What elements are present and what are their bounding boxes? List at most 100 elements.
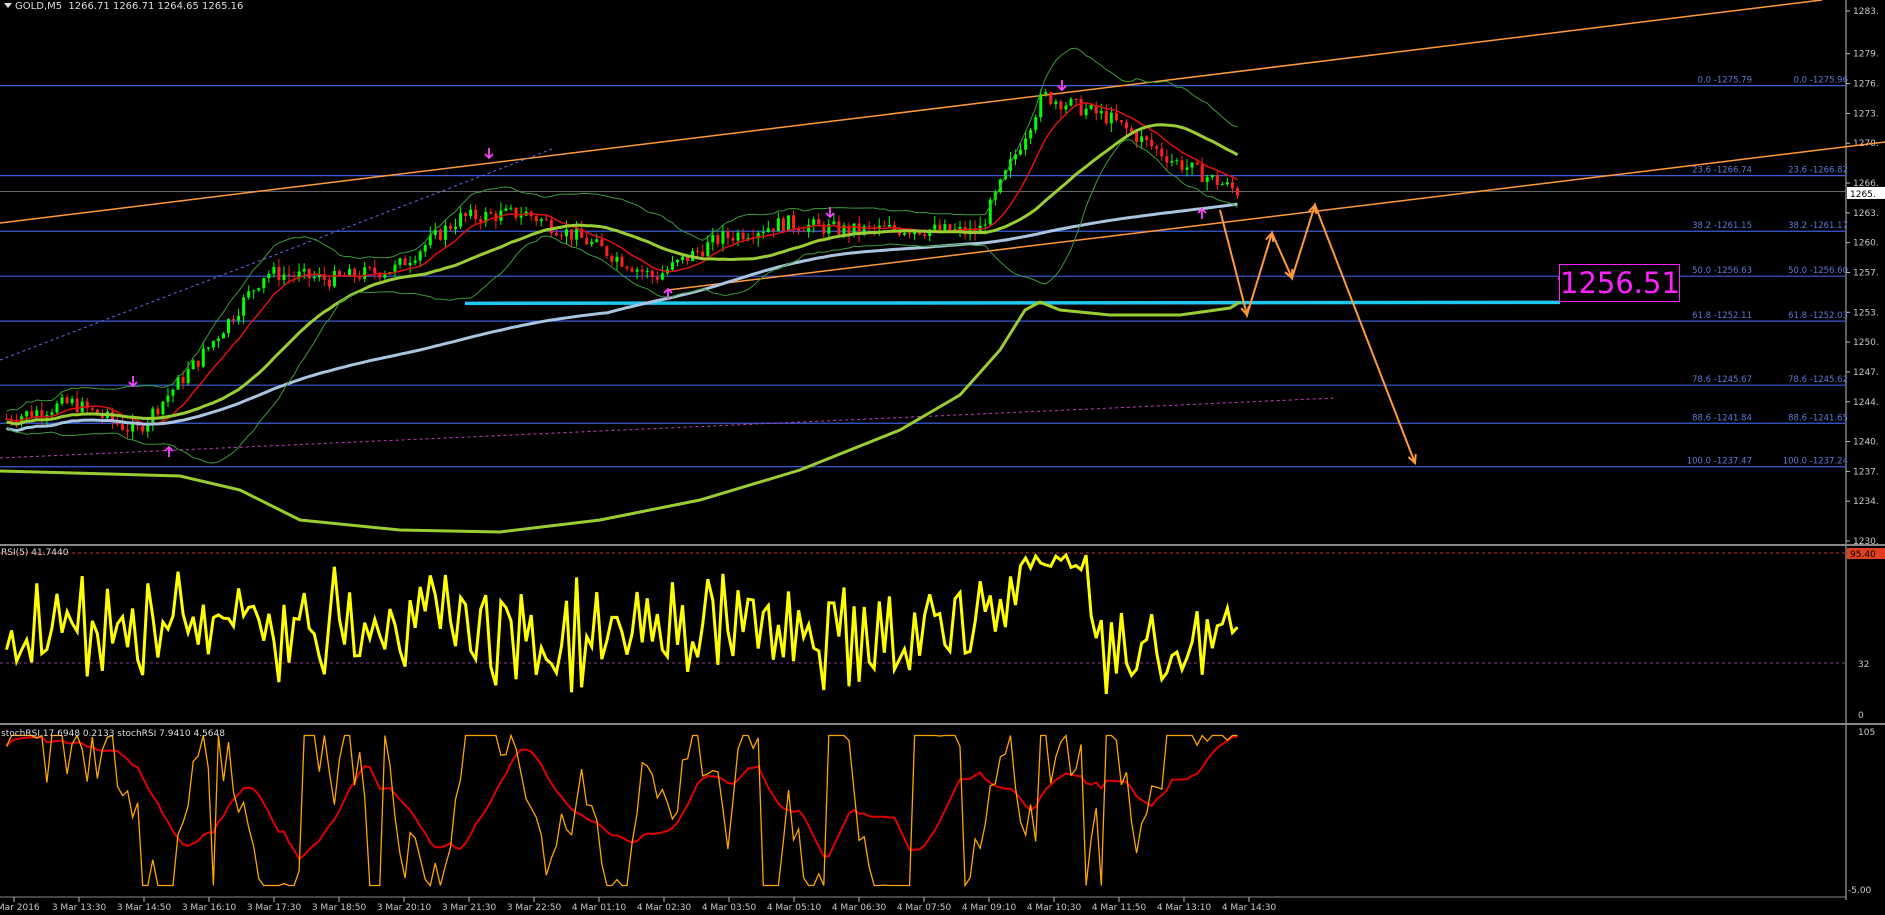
rsi-panel-label: RSI(5) 41.7440 [1, 548, 69, 558]
candle-body [459, 213, 463, 227]
time-tick-label: 4 Mar 10:30 [1027, 903, 1082, 913]
candle-body [539, 219, 543, 222]
time-tick-label: 3 Mar 2016 [0, 903, 40, 913]
trading-chart[interactable]: 1283.1279.1276.1273.1270.1266.1265.1263.… [0, 0, 1885, 915]
candle-body [25, 411, 29, 417]
candle-body [908, 233, 912, 235]
candle-body [1074, 98, 1078, 100]
fib-label-right: 78.6 -1245.62 [1788, 375, 1848, 385]
candle-body [1109, 112, 1113, 124]
fib-label-right: 61.8 -1252.03 [1788, 311, 1848, 321]
candle-body [398, 258, 402, 265]
fib-label-left: 23.6 -1266.74 [1692, 166, 1752, 176]
candle-body [186, 369, 190, 384]
candle-body [50, 412, 54, 415]
candle-body [706, 242, 710, 257]
candle-body [731, 237, 735, 241]
candle-body [408, 262, 412, 266]
candle-body [903, 233, 907, 235]
stoch-panel-label: stochRSI 17.6948 0.2133 stochRSI 7.9410 … [1, 729, 225, 739]
candle-body [887, 224, 891, 227]
fib-label-right: 100.0 -1237.24 [1783, 457, 1848, 467]
target-price-label: 1256.51 [1559, 264, 1680, 302]
candle-body [423, 245, 427, 252]
candle-body [1019, 149, 1023, 155]
fib-label-left: 38.2 -1261.15 [1692, 221, 1752, 231]
candle-body [1145, 136, 1149, 140]
current-price-text: 1265. [1850, 190, 1876, 200]
candle-body [156, 408, 160, 415]
candle-body [272, 266, 276, 274]
time-tick-label: 3 Mar 22:50 [507, 903, 562, 913]
candle-body [1210, 175, 1214, 178]
candle-body [675, 260, 679, 263]
candle-body [196, 360, 200, 367]
fib-label-right: 38.2 -1261.17 [1788, 221, 1848, 231]
candle-body [1124, 122, 1128, 129]
candle-body [307, 268, 311, 279]
time-tick-label: 3 Mar 16:10 [182, 903, 237, 913]
candle-body [166, 395, 170, 402]
candle-body [600, 239, 604, 247]
candle-body [615, 256, 619, 262]
candle-body [191, 360, 195, 370]
candle-body [1230, 182, 1234, 189]
time-tick-label: 4 Mar 13:10 [1157, 903, 1212, 913]
candle-body [867, 226, 871, 228]
candle-body [771, 228, 775, 232]
dropdown-triangle-icon[interactable] [4, 3, 12, 8]
price-tick-label: 1244. [1853, 398, 1879, 408]
candle-body [1185, 167, 1189, 170]
time-tick-label: 4 Mar 14:30 [1222, 903, 1277, 913]
candle-body [363, 267, 367, 279]
rsi-axis-label: 0 [1858, 711, 1864, 721]
candle-body [792, 215, 796, 229]
candle-body [121, 424, 125, 430]
candle-body [1039, 94, 1043, 118]
candle-body [837, 221, 841, 235]
candle-body [625, 266, 629, 269]
candle-body [554, 233, 558, 236]
price-tick-label: 1234. [1853, 497, 1879, 507]
price-tick-label: 1250. [1853, 338, 1879, 348]
candle-body [761, 232, 765, 234]
candle-body [1190, 162, 1194, 168]
candle-body [211, 340, 215, 348]
price-tick-label: 1283. [1853, 7, 1879, 17]
price-tick-label: 1260. [1853, 239, 1879, 249]
candle-body [590, 241, 594, 245]
candle-body [670, 262, 674, 270]
candle-body [232, 319, 236, 321]
price-tick-label: 1253. [1853, 308, 1879, 318]
candle-body [943, 224, 947, 231]
candle-body [570, 229, 574, 240]
candle-body [237, 315, 241, 321]
candle-body [1205, 177, 1209, 183]
candle-body [35, 410, 39, 417]
candle-body [282, 274, 286, 280]
candle-body [413, 260, 417, 263]
candle-body [1160, 148, 1164, 157]
candle-body [297, 271, 301, 277]
candle-body [383, 274, 387, 278]
candle-body [509, 207, 513, 209]
time-tick-label: 4 Mar 05:10 [767, 903, 822, 913]
candle-body [1104, 110, 1108, 124]
dotted-trendline [0, 148, 553, 361]
candles [5, 89, 1239, 440]
candle-body [1064, 105, 1068, 110]
time-tick-label: 4 Mar 09:10 [962, 903, 1017, 913]
rsi-line [5, 552, 1239, 695]
candle-body [221, 333, 225, 339]
candle-body [1114, 112, 1118, 121]
candle-body [559, 235, 563, 237]
fib-label-left: 61.8 -1252.11 [1692, 311, 1752, 321]
candle-body [1099, 110, 1103, 114]
candle-body [161, 401, 165, 415]
candle-body [857, 223, 861, 234]
candle-body [812, 219, 816, 225]
candle-body [464, 213, 468, 217]
price-tick-label: 1240. [1853, 438, 1879, 448]
candle-body [1155, 146, 1159, 149]
stoch-axis-label: -5.00 [1848, 886, 1872, 896]
